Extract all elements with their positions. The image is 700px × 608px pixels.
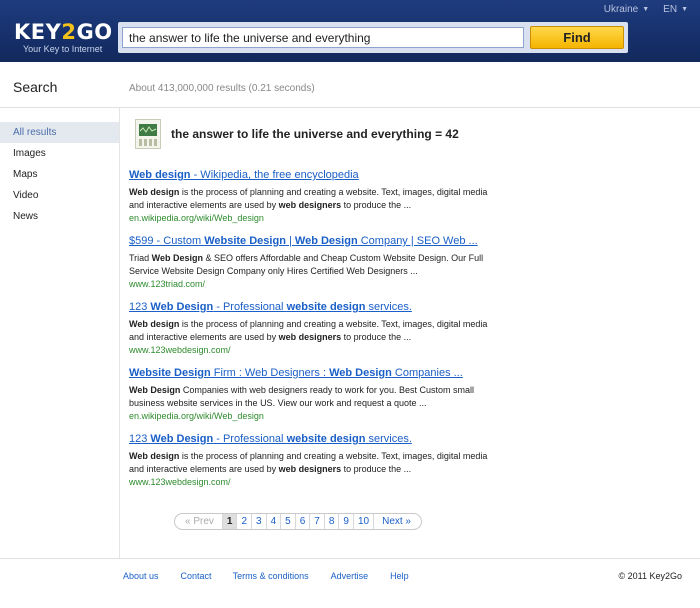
page-link-10[interactable]: 10 [354,514,375,529]
sidebar-item-images[interactable]: Images [0,143,119,164]
footer-link-contact[interactable]: Contact [181,571,212,581]
page-link-6[interactable]: 6 [296,514,311,529]
footer-link-advertise[interactable]: Advertise [331,571,369,581]
locale-controls: Ukraine ▼ EN ▼ [604,4,688,15]
sidebar-divider [119,108,120,558]
key2go-logo[interactable]: KEY2GO Your Key to Internet [14,21,113,54]
page-link-4[interactable]: 4 [267,514,282,529]
result-url: en.wikipedia.org/wiki/Web_design [129,411,264,421]
result-title-link[interactable]: Website Design Firm : Web Designers : We… [129,366,499,380]
page-link-3[interactable]: 3 [252,514,267,529]
footer-links: About us Contact Terms & conditions Adverti… [123,571,409,581]
instant-answer: the answer to life the universe and ever… [135,119,459,149]
answer-text: the answer to life the universe and ever… [171,127,459,141]
search-result: $599 - Custom Website Design | Web Desig… [129,234,499,300]
sidebar: All results Images Maps Video News [0,122,119,227]
page-link-8[interactable]: 8 [325,514,340,529]
search-input[interactable] [122,27,524,48]
page-title: Search [13,79,58,95]
result-url: www.123triad.com/ [129,279,206,289]
divider [0,107,700,108]
result-snippet: Web design is the process of planning an… [129,187,488,210]
page-link-1[interactable]: 1 [222,514,238,529]
result-title-link[interactable]: 123 Web Design - Professional website de… [129,300,499,314]
chevron-down-icon: ▼ [681,6,688,13]
search-result: 123 Web Design - Professional website de… [129,432,499,498]
logo-tagline: Your Key to Internet [23,44,103,54]
logo-wordmark: KEY2GO [14,20,113,44]
result-url: www.123webdesign.com/ [129,477,231,487]
language-label: EN [663,4,678,15]
language-selector[interactable]: EN ▼ [663,4,688,15]
search-result: Website Design Firm : Web Designers : We… [129,366,499,432]
result-title-link[interactable]: $599 - Custom Website Design | Web Desig… [129,234,499,248]
prev-page-button[interactable]: « Prev [181,514,223,529]
result-url: en.wikipedia.org/wiki/Web_design [129,213,264,223]
chevron-down-icon: ▼ [642,6,650,13]
region-selector[interactable]: Ukraine ▼ [604,4,649,15]
result-snippet: Web design is the process of planning an… [129,451,488,474]
page-link-5[interactable]: 5 [281,514,296,529]
copyright: © 2011 Key2Go [618,571,682,581]
page-link-7[interactable]: 7 [310,514,325,529]
result-title-link[interactable]: 123 Web Design - Professional website de… [129,432,499,446]
page-link-2[interactable]: 2 [237,514,253,529]
next-page-button[interactable]: Next » [374,514,415,529]
result-url: www.123webdesign.com/ [129,345,231,355]
sidebar-item-video[interactable]: Video [0,185,119,206]
divider [0,558,700,559]
sidebar-item-all-results[interactable]: All results [0,122,119,143]
footer-link-help[interactable]: Help [390,571,409,581]
page-link-9[interactable]: 9 [339,514,354,529]
site-header: KEY2GO Your Key to Internet Ukraine ▼ EN… [0,0,700,62]
results-list: Web design - Wikipedia, the free encyclo… [129,168,499,498]
find-button[interactable]: Find [530,26,624,49]
result-stats: About 413,000,000 results (0.21 seconds) [129,83,315,94]
pagination: « Prev 1 2 3 4 5 6 7 8 9 10 Next » [174,513,422,530]
footer-link-about-us[interactable]: About us [123,571,159,581]
search-result: Web design - Wikipedia, the free encyclo… [129,168,499,234]
result-snippet: Web Design Companies with web designers … [129,385,474,408]
result-snippet: Triad Web Design & SEO offers Affordable… [129,253,484,276]
sidebar-item-news[interactable]: News [0,206,119,227]
sidebar-item-maps[interactable]: Maps [0,164,119,185]
result-snippet: Web design is the process of planning an… [129,319,488,342]
footer-link-terms-conditions[interactable]: Terms & conditions [233,571,309,581]
calculator-icon [135,119,161,149]
result-title-link[interactable]: Web design - Wikipedia, the free encyclo… [129,168,499,182]
region-label: Ukraine [603,4,639,15]
search-result: 123 Web Design - Professional website de… [129,300,499,366]
